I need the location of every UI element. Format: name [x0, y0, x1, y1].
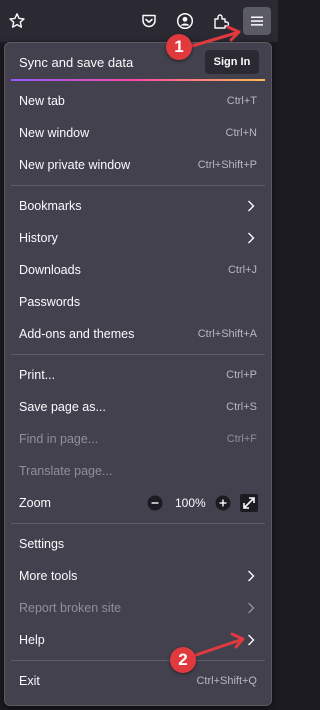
firefox-window: Sync and save data Sign In New tab Ctrl+… [0, 0, 278, 710]
callout-badge-2: 2 [170, 647, 196, 673]
pocket-icon [142, 14, 156, 28]
browser-toolbar [0, 0, 278, 42]
menu-item-save-page[interactable]: Save page as... Ctrl+S [11, 393, 265, 421]
menu-item-more-tools[interactable]: More tools [11, 562, 265, 590]
app-menu-panel: Sync and save data Sign In New tab Ctrl+… [4, 42, 272, 706]
pocket-button[interactable] [135, 7, 163, 35]
fullscreen-button[interactable] [239, 493, 259, 513]
account-button[interactable] [171, 7, 199, 35]
menu-item-zoom: Zoom 100% [11, 489, 265, 517]
chevron-right-icon [248, 200, 255, 212]
chevron-right-icon [248, 602, 255, 614]
menu-item-label: New tab [19, 94, 65, 108]
menu-item-translate-page: Translate page... [11, 457, 265, 485]
callout-badge-1: 1 [166, 34, 192, 60]
zoom-out-button[interactable] [145, 493, 165, 513]
star-icon [9, 13, 25, 28]
menu-item-shortcut: Ctrl+S [226, 401, 257, 413]
menu-item-shortcut: Ctrl+N [225, 127, 257, 139]
menu-item-new-window[interactable]: New window Ctrl+N [11, 119, 265, 147]
open-menu-button[interactable] [243, 7, 271, 35]
menu-item-addons[interactable]: Add-ons and themes Ctrl+Shift+A [11, 320, 265, 348]
fullscreen-icon [240, 494, 258, 512]
menu-item-shortcut: Ctrl+Shift+Q [196, 675, 257, 687]
menu-item-shortcut: Ctrl+F [226, 433, 257, 445]
menu-separator [11, 660, 265, 661]
menu-item-label: Settings [19, 537, 65, 551]
menu-item-shortcut: Ctrl+P [226, 369, 257, 381]
account-icon [176, 12, 194, 30]
zoom-level[interactable]: 100% [175, 496, 206, 510]
menu-item-shortcut: Ctrl+J [227, 264, 257, 276]
menu-item-label: New private window [19, 158, 131, 172]
menu-item-label: Zoom [19, 496, 51, 510]
menu-item-new-private-window[interactable]: New private window Ctrl+Shift+P [11, 151, 265, 179]
sign-in-button[interactable]: Sign In [205, 50, 259, 74]
menu-item-label: History [19, 231, 58, 245]
menu-item-shortcut: Ctrl+T [226, 95, 257, 107]
menu-item-exit[interactable]: Exit Ctrl+Shift+Q [11, 667, 265, 695]
extensions-icon [214, 14, 230, 29]
menu-item-label: Translate page... [19, 464, 113, 478]
plus-icon [215, 495, 231, 511]
menu-item-find-in-page: Find in page... Ctrl+F [11, 425, 265, 453]
menu-item-label: Save page as... [19, 400, 106, 414]
menu-item-label: Report broken site [19, 601, 122, 615]
menu-item-help[interactable]: Help [11, 626, 265, 654]
menu-item-shortcut: Ctrl+Shift+A [197, 328, 257, 340]
menu-item-label: Passwords [19, 295, 81, 309]
menu-item-new-tab[interactable]: New tab Ctrl+T [11, 87, 265, 115]
minus-icon [147, 495, 163, 511]
sync-label: Sync and save data [19, 55, 134, 70]
menu-item-downloads[interactable]: Downloads Ctrl+J [11, 256, 265, 284]
menu-item-settings[interactable]: Settings [11, 530, 265, 558]
menu-separator [11, 523, 265, 524]
menu-item-label: Print... [19, 368, 56, 382]
menu-item-label: Help [19, 633, 45, 647]
menu-item-label: Add-ons and themes [19, 327, 135, 341]
menu-item-label: Bookmarks [19, 199, 82, 213]
menu-item-print[interactable]: Print... Ctrl+P [11, 361, 265, 389]
chevron-right-icon [248, 634, 255, 646]
sync-section: Sync and save data Sign In [11, 49, 265, 81]
menu-item-history[interactable]: History [11, 224, 265, 252]
zoom-in-button[interactable] [213, 493, 233, 513]
menu-item-label: Downloads [19, 263, 81, 277]
bookmark-star-button[interactable] [3, 7, 31, 35]
hamburger-menu-icon [251, 16, 263, 26]
menu-item-label: New window [19, 126, 90, 140]
menu-item-report-broken-site: Report broken site [11, 594, 265, 622]
chevron-right-icon [248, 232, 255, 244]
menu-item-bookmarks[interactable]: Bookmarks [11, 192, 265, 220]
menu-item-label: More tools [19, 569, 78, 583]
menu-item-label: Exit [19, 674, 40, 688]
extensions-button[interactable] [207, 7, 235, 35]
menu-separator [11, 185, 265, 186]
chevron-right-icon [248, 570, 255, 582]
menu-separator [11, 354, 265, 355]
menu-item-label: Find in page... [19, 432, 99, 446]
menu-item-passwords[interactable]: Passwords [11, 288, 265, 316]
menu-item-shortcut: Ctrl+Shift+P [197, 159, 257, 171]
